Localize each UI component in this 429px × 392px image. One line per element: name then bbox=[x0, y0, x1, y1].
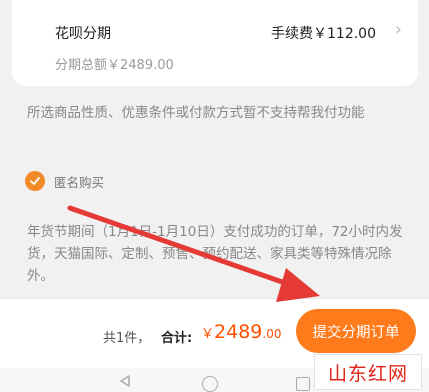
price-integer: 2489 bbox=[214, 321, 263, 343]
price-decimal: .00 bbox=[262, 327, 282, 341]
home-nav-icon[interactable] bbox=[202, 376, 218, 392]
anonymous-purchase-label: 匿名购买 bbox=[54, 174, 105, 190]
anonymous-purchase-toggle[interactable]: 匿名购买 bbox=[25, 171, 104, 191]
submit-installment-order-button[interactable]: 提交分期订单 bbox=[296, 309, 416, 353]
installment-fee: 手续费￥112.00 bbox=[271, 26, 376, 42]
item-count: 共1件， bbox=[103, 331, 151, 346]
installment-total: 分期总额￥2489.00 bbox=[55, 58, 174, 73]
check-icon[interactable] bbox=[25, 171, 45, 191]
helper-pay-notice: 所选商品性质、优惠条件或付款方式暂不支持帮我付功能 bbox=[27, 105, 365, 121]
installment-title: 花呗分期 bbox=[55, 26, 111, 42]
watermark-logo: 山东红网 bbox=[314, 354, 422, 390]
total-label: 合计: bbox=[161, 331, 193, 346]
recent-apps-icon[interactable] bbox=[296, 377, 310, 391]
installment-card[interactable]: 花呗分期 手续费￥112.00 › 分期总额￥2489.00 bbox=[12, 0, 418, 86]
chevron-right-icon: › bbox=[394, 19, 402, 40]
price-symbol: ￥ bbox=[201, 327, 215, 342]
back-nav-icon[interactable] bbox=[118, 374, 132, 388]
festival-shipping-notice: 年货节期间（1月1日-1月10日）支付成功的订单，72小时内发货，天猫国际、定制… bbox=[27, 224, 403, 284]
total-price: ￥2489.00 bbox=[201, 321, 281, 343]
